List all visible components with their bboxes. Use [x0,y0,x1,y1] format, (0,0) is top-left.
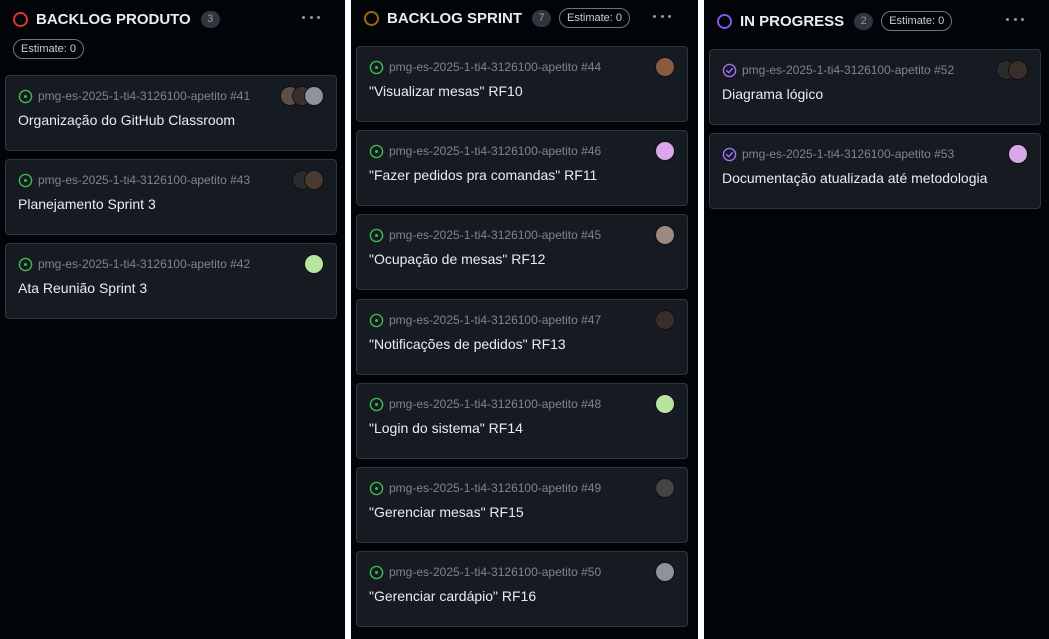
assignee-avatars [655,562,675,582]
estimate-pill[interactable]: Estimate: 0 [559,8,631,28]
card-title[interactable]: Diagrama lógico [722,86,823,102]
avatar [655,562,675,582]
avatar [1008,144,1028,164]
item-count-badge: 2 [854,12,874,30]
card-issue-44[interactable]: pmg-es-2025-1-ti4-3126100-apetito #44 "V… [356,46,688,122]
column-header: BACKLOG PRODUTO 3 [0,7,345,31]
card-reference[interactable]: pmg-es-2025-1-ti4-3126100-apetito #42 [38,257,250,271]
column-menu-button[interactable] [1001,9,1029,29]
issue-opened-icon [369,144,384,158]
card-issue-52[interactable]: pmg-es-2025-1-ti4-3126100-apetito #52 Di… [709,49,1041,125]
item-count-badge: 7 [532,9,551,27]
card-reference[interactable]: pmg-es-2025-1-ti4-3126100-apetito #49 [389,481,601,495]
column-menu-button[interactable] [297,7,325,27]
column-backlog-produto: BACKLOG PRODUTO 3 Estimate: 0 pmg-es-202… [0,0,345,639]
column-title: IN PROGRESS [740,12,845,30]
assignee-avatars [280,86,324,106]
assignee-avatars [292,170,324,190]
card-issue-50[interactable]: pmg-es-2025-1-ti4-3126100-apetito #50 "G… [356,551,688,627]
card-title[interactable]: "Login do sistema" RF14 [369,420,523,436]
card-title[interactable]: Organização do GitHub Classroom [18,112,235,128]
estimate-pill[interactable]: Estimate: 0 [13,39,85,59]
card-title[interactable]: Planejamento Sprint 3 [18,196,156,212]
column-in-progress: IN PROGRESS 2 Estimate: 0 pmg-es-2025-1-… [704,0,1049,639]
issue-opened-icon [369,228,384,242]
issue-opened-icon [369,60,384,74]
column-menu-button[interactable] [648,6,676,26]
card-title[interactable]: "Gerenciar cardápio" RF16 [369,588,536,604]
assignee-avatars [1008,144,1028,164]
issue-opened-icon [369,397,384,411]
card-reference[interactable]: pmg-es-2025-1-ti4-3126100-apetito #47 [389,313,601,327]
avatar [1008,60,1028,80]
avatar [655,141,675,161]
assignee-avatars [655,478,675,498]
card-reference[interactable]: pmg-es-2025-1-ti4-3126100-apetito #46 [389,144,601,158]
assignee-avatars [304,254,324,274]
avatar [304,170,324,190]
card-reference[interactable]: pmg-es-2025-1-ti4-3126100-apetito #52 [742,63,954,77]
card-issue-46[interactable]: pmg-es-2025-1-ti4-3126100-apetito #46 "F… [356,130,688,206]
card-reference[interactable]: pmg-es-2025-1-ti4-3126100-apetito #53 [742,147,954,161]
assignee-avatars [655,57,675,77]
status-todo-icon [13,11,28,27]
more-dots-icon [653,14,656,18]
issue-opened-icon [369,313,384,327]
card-title[interactable]: Documentação atualizada até metodologia [722,170,987,186]
column-title: BACKLOG PRODUTO [36,10,191,28]
issue-closed-icon [722,63,737,77]
issue-opened-icon [18,173,33,187]
avatar [655,310,675,330]
assignee-avatars [655,310,675,330]
avatar [655,394,675,414]
card-reference[interactable]: pmg-es-2025-1-ti4-3126100-apetito #50 [389,565,601,579]
assignee-avatars [655,394,675,414]
avatar [655,57,675,77]
column-backlog-sprint: BACKLOG SPRINT 7 Estimate: 0 pmg-es-2025… [351,0,698,639]
card-issue-48[interactable]: pmg-es-2025-1-ti4-3126100-apetito #48 "L… [356,383,688,459]
avatar [304,86,324,106]
card-reference[interactable]: pmg-es-2025-1-ti4-3126100-apetito #45 [389,228,601,242]
issue-closed-icon [722,147,737,161]
avatar [304,254,324,274]
more-dots-icon [302,15,305,19]
issue-opened-icon [18,89,33,103]
issue-opened-icon [18,257,33,271]
card-issue-42[interactable]: pmg-es-2025-1-ti4-3126100-apetito #42 At… [5,243,337,319]
card-issue-53[interactable]: pmg-es-2025-1-ti4-3126100-apetito #53 Do… [709,133,1041,209]
card-title[interactable]: "Notificações de pedidos" RF13 [369,336,566,352]
card-reference[interactable]: pmg-es-2025-1-ti4-3126100-apetito #48 [389,397,601,411]
assignee-avatars [655,141,675,161]
assignee-avatars [655,225,675,245]
column-header: BACKLOG SPRINT 7 Estimate: 0 [351,6,698,30]
issue-opened-icon [369,565,384,579]
card-issue-41[interactable]: pmg-es-2025-1-ti4-3126100-apetito #41 Or… [5,75,337,151]
item-count-badge: 3 [200,10,220,28]
status-sprint-icon [364,10,379,26]
card-title[interactable]: Ata Reunião Sprint 3 [18,280,147,296]
avatar [655,225,675,245]
card-title[interactable]: "Ocupação de mesas" RF12 [369,251,545,267]
card-reference[interactable]: pmg-es-2025-1-ti4-3126100-apetito #41 [38,89,250,103]
card-reference[interactable]: pmg-es-2025-1-ti4-3126100-apetito #43 [38,173,250,187]
card-title[interactable]: "Fazer pedidos pra comandas" RF11 [369,167,597,183]
more-dots-icon [1006,17,1009,21]
card-title[interactable]: "Visualizar mesas" RF10 [369,83,523,99]
issue-opened-icon [369,481,384,495]
card-issue-47[interactable]: pmg-es-2025-1-ti4-3126100-apetito #47 "N… [356,299,688,375]
card-title[interactable]: "Gerenciar mesas" RF15 [369,504,524,520]
card-issue-45[interactable]: pmg-es-2025-1-ti4-3126100-apetito #45 "O… [356,214,688,290]
column-header: IN PROGRESS 2 Estimate: 0 [704,9,1049,33]
card-issue-49[interactable]: pmg-es-2025-1-ti4-3126100-apetito #49 "G… [356,467,688,543]
status-in-progress-icon [717,13,732,29]
card-reference[interactable]: pmg-es-2025-1-ti4-3126100-apetito #44 [389,60,601,74]
estimate-pill[interactable]: Estimate: 0 [881,11,953,31]
avatar [655,478,675,498]
card-issue-43[interactable]: pmg-es-2025-1-ti4-3126100-apetito #43 Pl… [5,159,337,235]
column-title: BACKLOG SPRINT [387,9,522,27]
assignee-avatars [996,60,1028,80]
